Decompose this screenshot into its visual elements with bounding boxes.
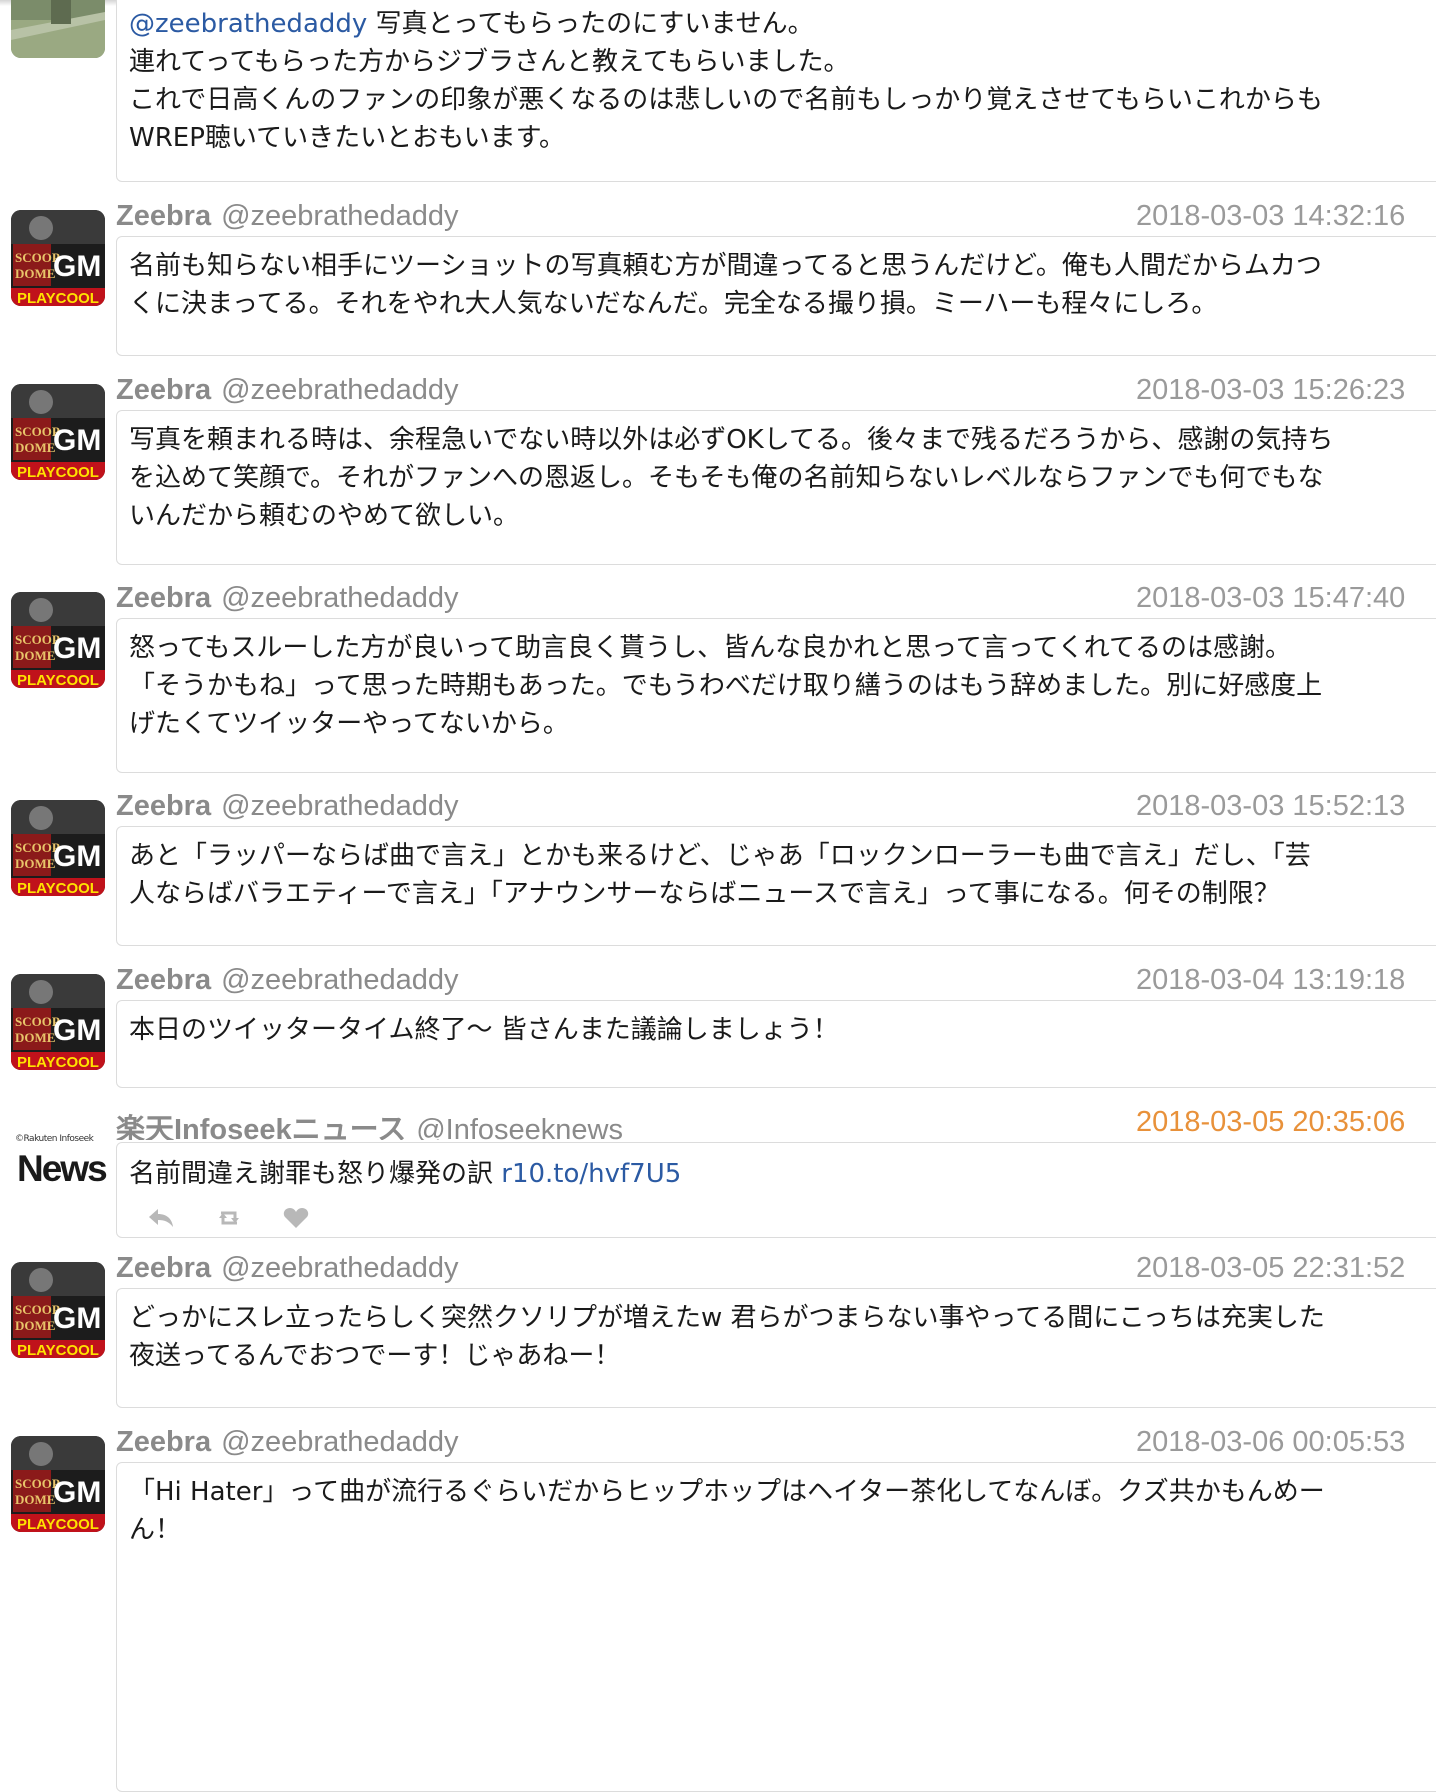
tweet-timestamp[interactable]: 2018-03-03 15:26:23 [1136, 374, 1405, 407]
svg-text:PLAYCOOL: PLAYCOOL [17, 1054, 99, 1070]
user-handle[interactable]: @Infoseeknews [416, 1114, 623, 1140]
heart-icon[interactable] [283, 1207, 309, 1233]
tweet-card: 怒ってもスルーした方が良いって助言良く貰うし、皆んな良かれと思って言ってくれてる… [116, 618, 1436, 773]
svg-text:PLAYCOOL: PLAYCOOL [17, 1342, 99, 1358]
user-name[interactable]: Zeebra [116, 790, 211, 822]
svg-text:DOME: DOME [15, 440, 55, 455]
svg-text:GM: GM [53, 840, 101, 873]
tweet-text: 怒ってもスルーした方が良いって助言良く貰うし、皆んな良かれと思って言ってくれてる… [129, 633, 1323, 739]
avatar[interactable]: ©Rakuten Infoseek News [11, 1120, 108, 1216]
avatar[interactable]: SCOOP DOME GM PLAYCOOL [11, 1436, 105, 1532]
svg-text:PLAYCOOL: PLAYCOOL [17, 672, 99, 688]
tweet-text: 名前も知らない相手にツーショットの写真頼む方が間違ってると思うんだけど。俺も人間… [129, 251, 1322, 319]
user-handle[interactable]: @zeebrathedaddy [221, 200, 458, 232]
svg-text:GM: GM [53, 250, 101, 283]
tweet-card: 本日のツイッタータイム終了〜 皆さんまた議論しましょう！ [116, 1000, 1436, 1088]
tweet-card: 名前間違え謝罪も怒り爆発の訳 r10.to/hvf7U5 [116, 1142, 1436, 1238]
avatar[interactable]: SCOOP DOME GM PLAYCOOL [11, 974, 105, 1070]
svg-text:DOME: DOME [15, 648, 55, 663]
avatar[interactable]: SCOOP DOME GM PLAYCOOL [11, 592, 105, 688]
user-name[interactable]: Zeebra [116, 1426, 211, 1458]
tweet-text: どっかにスレ立ったらしく突然クソリプが増えたw 君らがつまらない事やってる間にこ… [129, 1303, 1325, 1371]
svg-text:PLAYCOOL: PLAYCOOL [17, 464, 99, 480]
user-handle[interactable]: @zeebrathedaddy [221, 790, 458, 822]
avatar[interactable]: SCOOP DOME GM PLAYCOOL [11, 800, 105, 896]
user-handle[interactable]: @zeebrathedaddy [221, 374, 458, 406]
avatar-brand: ©Rakuten Infoseek [15, 1134, 94, 1144]
avatar[interactable] [11, 0, 105, 58]
tweet-text: 写真を頼まれる時は、余程急いでない時以外は必ずOKしてる。後々まで残るだろうから… [129, 425, 1334, 531]
tweet-card: あと「ラッパーならば曲で言え」とかも来るけど、じゃあ「ロックンローラーも曲で言え… [116, 826, 1436, 946]
avatar[interactable]: SCOOP DOME GM PLAYCOOL [11, 210, 105, 306]
tweet-timestamp[interactable]: 2018-03-05 22:31:52 [1136, 1252, 1405, 1285]
user-name[interactable]: 楽天Infoseekニュース [116, 1114, 406, 1140]
tweet-card: @zeebrathedaddy 写真とってもらったのにすいません。 連れてっても… [116, 0, 1436, 182]
svg-text:GM: GM [53, 1476, 101, 1509]
user-handle[interactable]: @zeebrathedaddy [221, 1252, 458, 1284]
reply-icon[interactable] [147, 1207, 175, 1233]
avatar[interactable]: SCOOP DOME GM PLAYCOOL [11, 384, 105, 480]
tweet-link[interactable]: r10.to/hvf7U5 [501, 1159, 681, 1189]
svg-text:GM: GM [53, 424, 101, 457]
user-handle[interactable]: @zeebrathedaddy [221, 964, 458, 996]
tweet-card: 名前も知らない相手にツーショットの写真頼む方が間違ってると思うんだけど。俺も人間… [116, 236, 1436, 356]
retweet-icon[interactable] [215, 1207, 243, 1233]
svg-text:DOME: DOME [15, 1318, 55, 1333]
tweet-actions [147, 1207, 309, 1233]
tweet-text: 「Hi Hater」って曲が流行るぐらいだからヒップホップはヘイター茶化してなん… [129, 1477, 1325, 1545]
tweet-timestamp[interactable]: 2018-03-03 14:32:16 [1136, 200, 1405, 233]
avatar[interactable]: SCOOP DOME GM PLAYCOOL [11, 1262, 105, 1358]
tweet-timestamp[interactable]: 2018-03-05 20:35:06 [1136, 1106, 1405, 1139]
mention-link[interactable]: @zeebrathedaddy [129, 9, 367, 39]
user-name[interactable]: Zeebra [116, 964, 211, 996]
user-handle[interactable]: @zeebrathedaddy [221, 582, 458, 614]
tweet-timestamp[interactable]: 2018-03-06 00:05:53 [1136, 1426, 1405, 1459]
tweet-text: あと「ラッパーならば曲で言え」とかも来るけど、じゃあ「ロックンローラーも曲で言え… [129, 841, 1311, 909]
svg-text:PLAYCOOL: PLAYCOOL [17, 290, 99, 306]
user-name[interactable]: Zeebra [116, 582, 211, 614]
user-handle[interactable]: @zeebrathedaddy [221, 1426, 458, 1458]
tweet-card: 「Hi Hater」って曲が流行るぐらいだからヒップホップはヘイター茶化してなん… [116, 1462, 1436, 1792]
user-name[interactable]: Zeebra [116, 1252, 211, 1284]
user-name[interactable]: Zeebra [116, 200, 211, 232]
tweet-text: @zeebrathedaddy 写真とってもらったのにすいません。 連れてっても… [129, 9, 1323, 153]
tweet-timestamp[interactable]: 2018-03-03 15:52:13 [1136, 790, 1405, 823]
svg-text:DOME: DOME [15, 856, 55, 871]
tweet-timestamp[interactable]: 2018-03-04 13:19:18 [1136, 964, 1405, 997]
tweet-text: 名前間違え謝罪も怒り爆発の訳 r10.to/hvf7U5 [129, 1159, 682, 1189]
svg-text:GM: GM [53, 632, 101, 665]
tweet-card: どっかにスレ立ったらしく突然クソリプが増えたw 君らがつまらない事やってる間にこ… [116, 1288, 1436, 1408]
tweet-text: 本日のツイッタータイム終了〜 皆さんまた議論しましょう！ [129, 1015, 839, 1045]
svg-text:GM: GM [53, 1014, 101, 1047]
svg-text:DOME: DOME [15, 1030, 55, 1045]
svg-text:DOME: DOME [15, 266, 55, 281]
user-name[interactable]: Zeebra [116, 374, 211, 406]
svg-text:GM: GM [53, 1302, 101, 1335]
svg-text:PLAYCOOL: PLAYCOOL [17, 880, 99, 896]
tweet-card: 写真を頼まれる時は、余程急いでない時以外は必ずOKしてる。後々まで残るだろうから… [116, 410, 1436, 565]
svg-text:PLAYCOOL: PLAYCOOL [17, 1516, 99, 1532]
svg-text:DOME: DOME [15, 1492, 55, 1507]
tweet-timestamp[interactable]: 2018-03-03 15:47:40 [1136, 582, 1405, 615]
avatar-label: News [17, 1148, 108, 1189]
